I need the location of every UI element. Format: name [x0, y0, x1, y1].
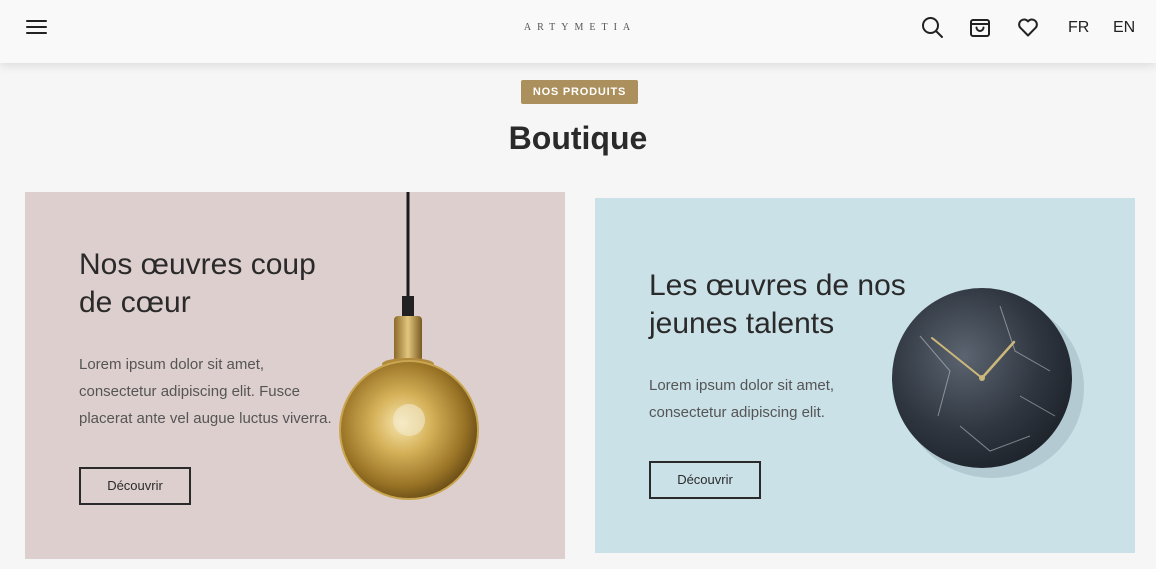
- wall-clock-image: [892, 288, 1084, 478]
- card-description: Lorem ipsum dolor sit amet, consectetur …: [79, 356, 332, 427]
- search-icon[interactable]: [920, 15, 944, 39]
- section-badge: NOS PRODUITS: [521, 80, 638, 104]
- language-fr[interactable]: FR: [1068, 18, 1089, 38]
- language-en[interactable]: EN: [1113, 18, 1135, 38]
- card-title: Nos œuvres coup de cœur: [79, 248, 316, 319]
- menu-icon[interactable]: [26, 18, 48, 36]
- promo-card-favorites: Nos œuvres coup de cœur Lorem ipsum dolo…: [25, 192, 565, 559]
- site-logo[interactable]: ARTYMETIA: [518, 21, 642, 35]
- heart-icon[interactable]: [1016, 15, 1040, 39]
- discover-button[interactable]: Découvrir: [649, 461, 761, 499]
- page-title: Boutique: [508, 120, 648, 156]
- shopping-bag-icon[interactable]: [968, 15, 992, 39]
- card-title: Les œuvres de nos jeunes talents: [649, 269, 906, 340]
- pendant-lamp-image: [339, 192, 479, 500]
- promo-card-young-talents: Les œuvres de nos jeunes talents Lorem i…: [595, 198, 1135, 553]
- card-description: Lorem ipsum dolor sit amet, consectetur …: [649, 377, 835, 421]
- site-header: ARTYMETIA FR EN: [0, 0, 1156, 63]
- discover-button[interactable]: Découvrir: [79, 467, 191, 505]
